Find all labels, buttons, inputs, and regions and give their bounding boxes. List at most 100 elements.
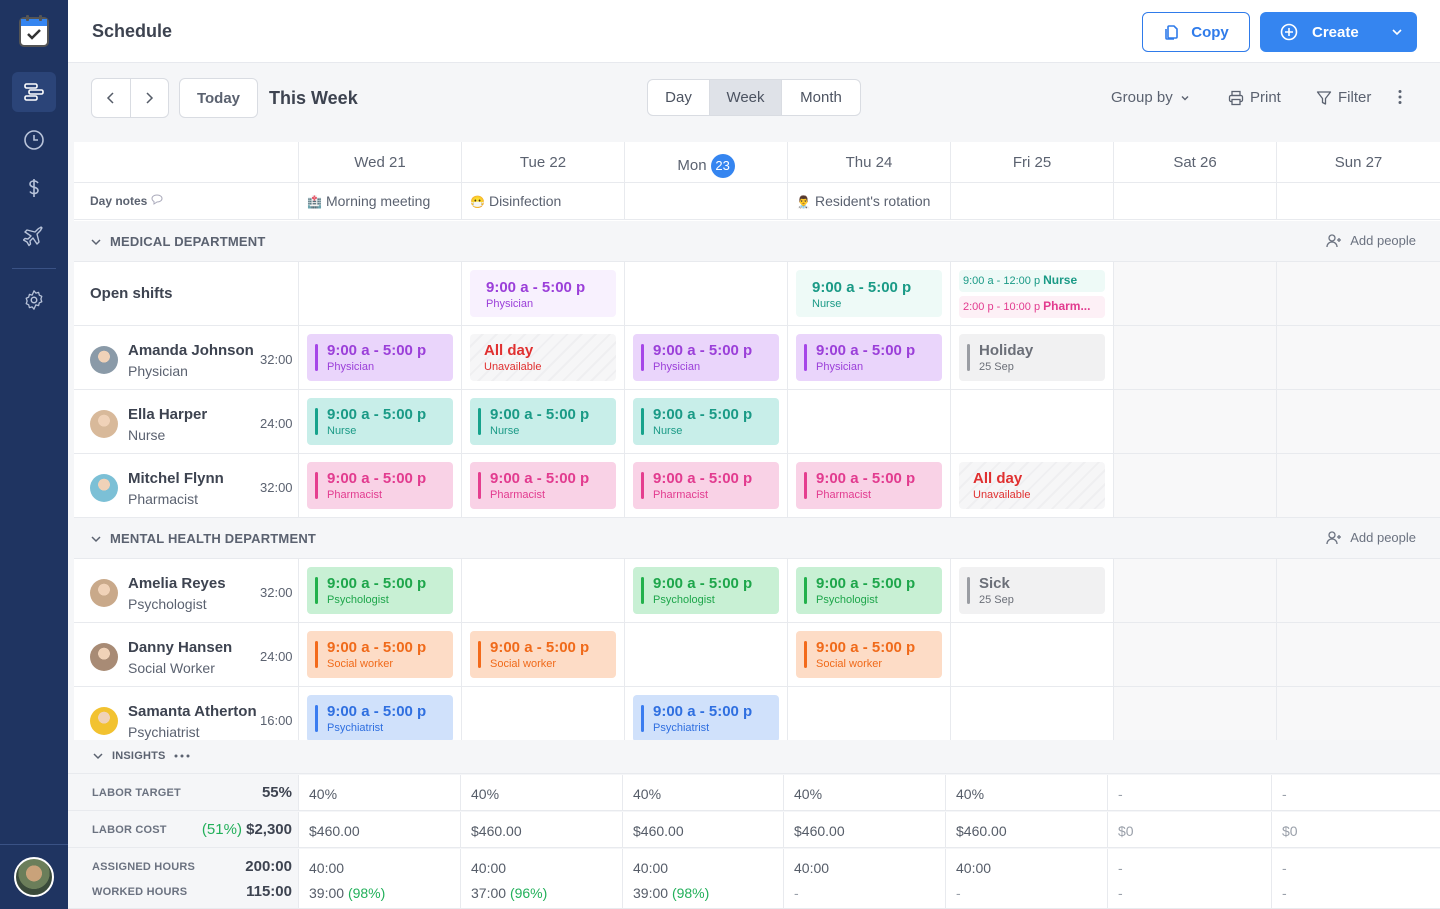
day-cell[interactable] [461,687,624,740]
sidebar-item-payroll[interactable] [12,168,56,208]
shift-block[interactable]: 9:00 a - 5:00 p Nurse [470,398,616,445]
shift-block[interactable]: 9:00 a - 5:00 p Psychologist [307,567,453,614]
day-cell[interactable] [1113,559,1276,622]
day-cell[interactable]: 9:00 a - 5:00 p Physician [461,262,624,325]
day-cell[interactable] [1113,326,1276,389]
day-cell[interactable]: 9:00 a - 5:00 p Pharmacist [298,454,461,517]
day-cell[interactable]: 9:00 a - 5:00 p Pharmacist [787,454,950,517]
unavailable-block[interactable]: All day Unavailable [470,334,616,381]
day-cell[interactable]: 9:00 a - 5:00 p Physician [298,326,461,389]
shift-block[interactable]: 9:00 a - 5:00 p Physician [633,334,779,381]
today-button[interactable]: Today [179,78,258,118]
print-button[interactable]: Print [1228,89,1281,106]
time-off-block[interactable]: Holiday 25 Sep [959,334,1105,381]
day-cell[interactable]: 9:00 a - 5:00 p Psychiatrist [624,687,787,740]
day-cell[interactable] [1113,454,1276,517]
shift-block[interactable]: 9:00 a - 5:00 p Nurse [633,398,779,445]
day-note[interactable]: 🏥 Morning meeting [307,193,430,209]
day-header[interactable]: Sat 26 [1113,142,1276,182]
shift-block[interactable]: 9:00 a - 5:00 p Nurse [307,398,453,445]
group-by-dropdown[interactable]: Group by [1111,89,1191,106]
department-toggle[interactable]: MENTAL HEALTH DEPARTMENT [90,531,316,546]
day-header[interactable]: Tue 22 [461,142,624,182]
day-cell[interactable] [1276,559,1440,622]
day-cell[interactable]: Holiday 25 Sep [950,326,1113,389]
day-cell[interactable] [1276,390,1440,453]
open-shift-block[interactable]: 2:00 p - 10:00 p Pharm... [959,296,1105,318]
day-cell[interactable] [1276,326,1440,389]
day-cell[interactable] [950,390,1113,453]
filter-button[interactable]: Filter [1316,89,1371,106]
day-cell[interactable]: 9:00 a - 5:00 p Psychologist [624,559,787,622]
shift-block[interactable]: 9:00 a - 5:00 p Social worker [796,631,942,678]
day-cell[interactable]: 9:00 a - 5:00 p Nurse [461,390,624,453]
day-note-cell[interactable]: 😷 Disinfection [461,183,624,219]
unavailable-block[interactable]: All day Unavailable [959,462,1105,509]
more-horizontal-icon[interactable] [174,754,190,758]
day-cell[interactable]: 9:00 a - 5:00 p Psychologist [787,559,950,622]
day-cell[interactable]: 9:00 a - 5:00 p Nurse [787,262,950,325]
day-cell[interactable] [1276,623,1440,686]
day-cell[interactable] [950,623,1113,686]
day-cell[interactable]: Sick 25 Sep [950,559,1113,622]
day-note-cell[interactable]: 🏥 Morning meeting [298,183,461,219]
day-cell[interactable]: 9:00 a - 5:00 p Physician [787,326,950,389]
day-header[interactable]: Sun 27 [1276,142,1440,182]
employee-info[interactable]: Danny Hansen Social Worker [90,639,232,676]
open-shift-block[interactable]: 9:00 a - 5:00 p Physician [470,270,616,317]
day-cell[interactable] [624,623,787,686]
day-header[interactable]: Wed 21 [298,142,461,182]
day-note-cell[interactable] [624,183,787,219]
shift-block[interactable]: 9:00 a - 5:00 p Psychologist [796,567,942,614]
day-note-cell[interactable] [1276,183,1440,219]
day-cell[interactable]: All day Unavailable [461,326,624,389]
more-options-button[interactable] [1397,89,1403,105]
day-cell[interactable] [1276,262,1440,325]
shift-block[interactable]: 9:00 a - 5:00 p Psychiatrist [633,695,779,740]
day-cell[interactable] [1113,687,1276,740]
day-cell[interactable]: All day Unavailable [950,454,1113,517]
shift-block[interactable]: 9:00 a - 5:00 p Pharmacist [796,462,942,509]
view-day-tab[interactable]: Day [648,80,710,115]
day-cell[interactable] [624,262,787,325]
day-cell[interactable] [298,262,461,325]
day-cell[interactable]: 9:00 a - 5:00 p Psychiatrist [298,687,461,740]
previous-week-button[interactable] [92,79,131,117]
employee-info[interactable]: Amelia Reyes Psychologist [90,575,226,612]
day-note-cell[interactable] [1113,183,1276,219]
shift-block[interactable]: 9:00 a - 5:00 p Social worker [470,631,616,678]
day-cell[interactable]: 9:00 a - 5:00 p Pharmacist [461,454,624,517]
shift-block[interactable]: 9:00 a - 5:00 p Psychologist [633,567,779,614]
employee-info[interactable]: Mitchel Flynn Pharmacist [90,470,224,507]
day-note-cell[interactable]: 👨‍⚕️ Resident's rotation [787,183,950,219]
day-note[interactable]: 😷 Disinfection [470,193,561,209]
shift-block[interactable]: 9:00 a - 5:00 p Psychiatrist [307,695,453,740]
sidebar-item-time-clock[interactable] [12,120,56,160]
user-avatar[interactable] [14,857,54,897]
shift-block[interactable]: 9:00 a - 5:00 p Physician [307,334,453,381]
department-toggle[interactable]: MEDICAL DEPARTMENT [90,234,266,249]
insights-toggle[interactable]: INSIGHTS [92,750,190,762]
day-header[interactable]: Mon 23 [624,142,787,182]
day-note[interactable]: 👨‍⚕️ Resident's rotation [796,193,930,209]
open-shift-block[interactable]: 9:00 a - 5:00 p Nurse [796,270,942,317]
sidebar-item-schedule[interactable] [12,72,56,112]
day-cell[interactable] [787,390,950,453]
shift-block[interactable]: 9:00 a - 5:00 p Pharmacist [633,462,779,509]
employee-info[interactable]: Ella Harper Nurse [90,406,207,443]
view-month-tab[interactable]: Month [782,80,860,115]
day-cell[interactable] [950,687,1113,740]
sidebar-item-settings[interactable] [12,280,56,320]
day-header[interactable]: Fri 25 [950,142,1113,182]
shift-block[interactable]: 9:00 a - 5:00 p Pharmacist [470,462,616,509]
chevron-down-icon[interactable] [1391,26,1403,38]
day-cell[interactable]: 9:00 a - 5:00 p Physician [624,326,787,389]
day-cell[interactable] [461,559,624,622]
day-cell[interactable]: 9:00 a - 5:00 p Psychologist [298,559,461,622]
add-people-button[interactable]: Add people [1326,530,1416,545]
day-header[interactable]: Thu 24 [787,142,950,182]
day-cell[interactable]: 9:00 a - 5:00 p Pharmacist [624,454,787,517]
day-cell[interactable] [787,687,950,740]
day-cell[interactable] [1276,454,1440,517]
day-cell[interactable] [1113,262,1276,325]
